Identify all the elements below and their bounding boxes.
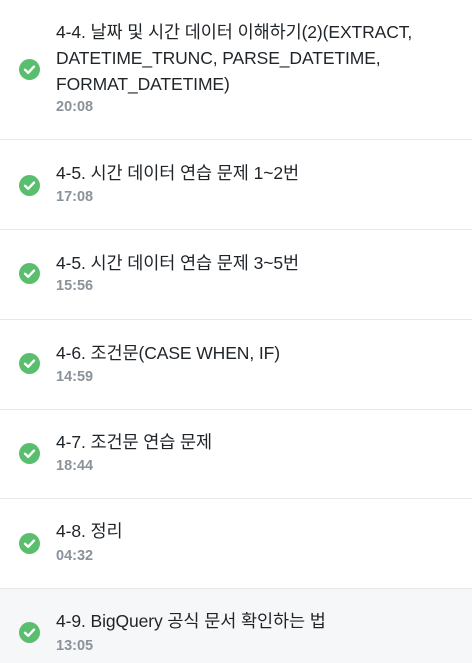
check-circle-icon: [19, 175, 40, 196]
lesson-duration: 18:44: [56, 458, 94, 474]
lesson-title: 4-8. 정리: [56, 521, 123, 541]
lesson-item[interactable]: 4-8. 정리 04:32: [0, 499, 472, 589]
check-circle-icon: [19, 263, 40, 284]
lesson-duration: 13:05: [56, 638, 94, 654]
lesson-item[interactable]: 4-4. 날짜 및 시간 데이터 이해하기(2)(EXTRACT, DATETI…: [0, 0, 472, 140]
check-circle-icon: [19, 443, 40, 464]
lesson-duration: 14:59: [56, 369, 94, 385]
lesson-title: 4-9. BigQuery 공식 문서 확인하는 법: [56, 611, 326, 631]
lesson-item[interactable]: 4-6. 조건문(CASE WHEN, IF) 14:59: [0, 320, 472, 410]
lesson-item-current[interactable]: 4-9. BigQuery 공식 문서 확인하는 법 13:05: [0, 589, 472, 663]
lesson-duration: 04:32: [56, 548, 94, 564]
lesson-title: 4-4. 날짜 및 시간 데이터 이해하기(2)(EXTRACT, DATETI…: [56, 22, 413, 94]
lesson-item[interactable]: 4-5. 시간 데이터 연습 문제 1~2번 17:08: [0, 140, 472, 230]
lesson-item[interactable]: 4-5. 시간 데이터 연습 문제 3~5번 15:56: [0, 230, 472, 320]
check-circle-icon: [19, 533, 40, 554]
lesson-duration: 15:56: [56, 278, 94, 294]
lesson-duration: 17:08: [56, 189, 94, 205]
check-circle-icon: [19, 59, 40, 80]
lesson-item[interactable]: 4-7. 조건문 연습 문제 18:44: [0, 410, 472, 499]
check-circle-icon: [19, 353, 40, 374]
lesson-title: 4-5. 시간 데이터 연습 문제 1~2번: [56, 163, 299, 183]
lesson-title: 4-6. 조건문(CASE WHEN, IF): [56, 343, 280, 363]
lesson-duration: 20:08: [56, 99, 94, 115]
lesson-list: 4-4. 날짜 및 시간 데이터 이해하기(2)(EXTRACT, DATETI…: [0, 0, 472, 663]
check-circle-icon: [19, 622, 40, 643]
lesson-title: 4-5. 시간 데이터 연습 문제 3~5번: [56, 253, 299, 273]
lesson-title: 4-7. 조건문 연습 문제: [56, 432, 213, 452]
